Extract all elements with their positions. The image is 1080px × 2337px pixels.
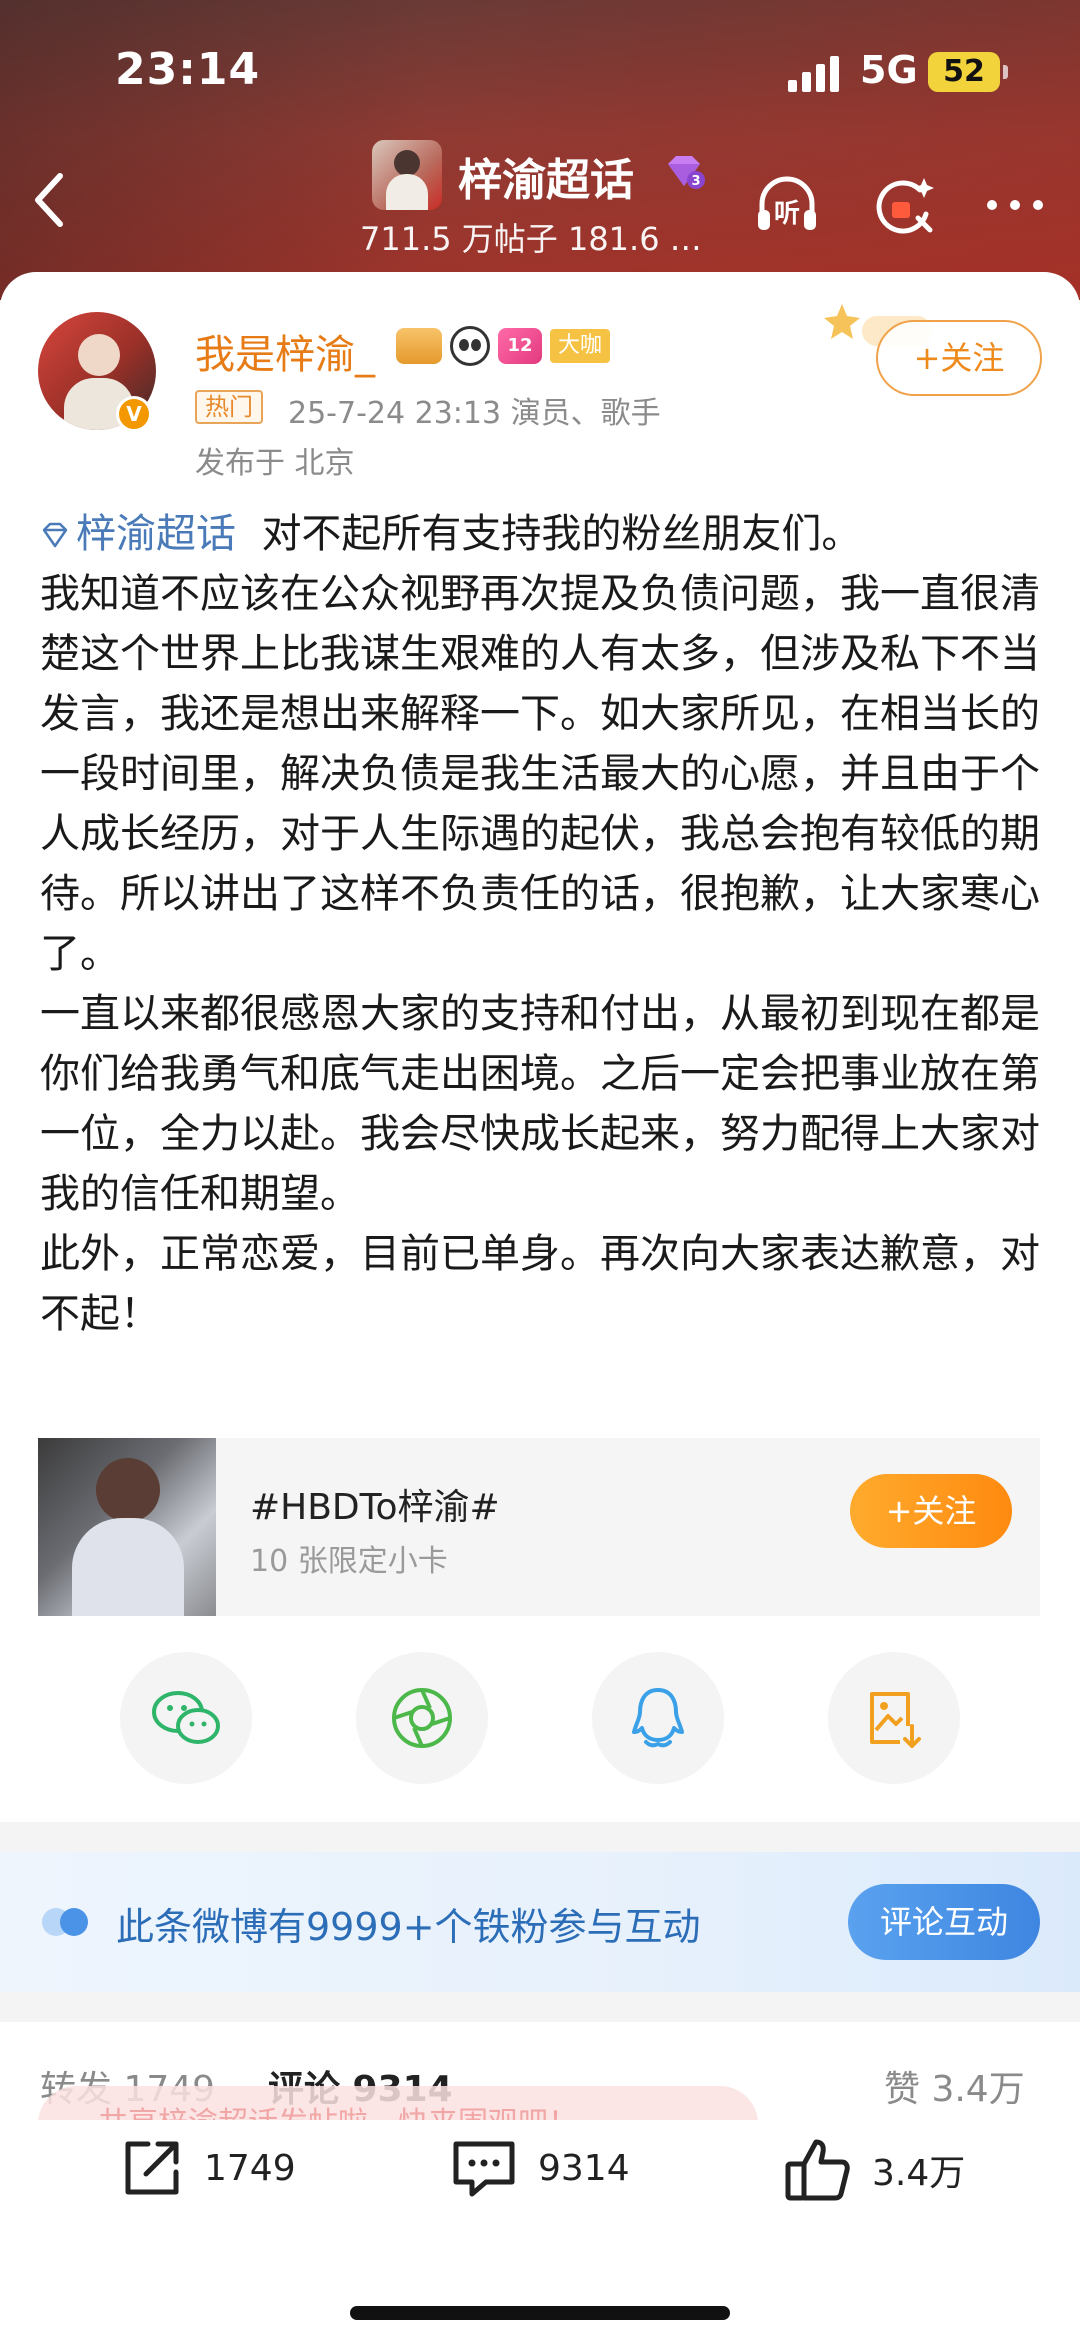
repost-button[interactable]: 1749	[118, 2134, 296, 2202]
network-type: 5G	[860, 48, 918, 92]
user-badges: 12 大咖	[396, 326, 611, 366]
signal-icon	[788, 56, 839, 92]
big-shot-badge: 大咖	[550, 329, 611, 363]
status-time: 23:14	[115, 44, 261, 95]
share-wechat-button[interactable]	[120, 1652, 252, 1784]
fans-interaction-banner[interactable]: 此条微博有9999+个铁粉参与互动 评论互动	[0, 1852, 1080, 1992]
post-card: V 我是梓渝_ 12 大咖 热门 25-7-24 23:13 演员、歌手 发布于…	[0, 272, 1080, 1822]
post-paragraph: 对不起所有支持我的粉丝朋友们。	[261, 511, 862, 557]
thumbs-up-icon	[785, 2139, 850, 2201]
save-image-button[interactable]	[828, 1652, 960, 1784]
promo-image	[38, 1438, 216, 1616]
more-icon[interactable]	[980, 170, 1050, 240]
repost-count: 1749	[204, 2147, 296, 2189]
topic-diamond-icon	[42, 522, 68, 548]
post-body: 梓渝超话 对不起所有支持我的粉丝朋友们。 我知道不应该在公众视野再次提及负债问题…	[40, 504, 1040, 1344]
home-indicator[interactable]	[350, 2306, 730, 2320]
panda-badge-icon	[450, 326, 490, 366]
comment-count: 9314	[538, 2147, 630, 2189]
promo-title: #HBDTo梓渝#	[250, 1487, 500, 1528]
post-meta: 25-7-24 23:13 演员、歌手	[288, 396, 661, 431]
gem-badge-icon: 3	[668, 156, 705, 189]
topic-link[interactable]: 梓渝超话	[76, 511, 236, 557]
like-button[interactable]: 3.4万	[782, 2134, 965, 2206]
battery-indicator: 52	[928, 52, 1008, 92]
share-moments-button[interactable]	[356, 1652, 488, 1784]
fans-banner-text: 此条微博有9999+个铁粉参与互动	[116, 1905, 701, 1949]
svg-text:听: 听	[774, 199, 800, 229]
verified-badge-icon: V	[116, 396, 152, 432]
post-location: 发布于 北京	[195, 446, 355, 481]
fans-icon	[42, 1908, 88, 1936]
repost-icon	[125, 2141, 179, 2195]
back-icon[interactable]	[30, 170, 70, 230]
username[interactable]: 我是梓渝_	[195, 322, 375, 380]
promo-card[interactable]: #HBDTo梓渝# 10 张限定小卡 +关注	[38, 1438, 1040, 1616]
save-image-icon	[870, 1692, 921, 1748]
follow-button[interactable]: +关注	[876, 320, 1042, 396]
svg-text:3: 3	[691, 174, 700, 189]
moments-icon	[392, 1688, 452, 1748]
topic-title[interactable]: 梓渝超话	[458, 144, 634, 208]
status-bar: 23:14 5G 52	[0, 40, 1080, 110]
topic-stats: 711.5 万帖子 181.6 …	[360, 220, 702, 258]
promo-follow-button[interactable]: +关注	[850, 1474, 1012, 1548]
share-qq-button[interactable]	[592, 1652, 724, 1784]
share-row	[0, 1652, 1080, 1792]
listen-icon[interactable]: 听	[752, 170, 822, 240]
comment-icon	[453, 2141, 515, 2197]
hot-tag: 热门	[195, 390, 263, 424]
qq-icon	[632, 1688, 684, 1748]
like-count: 3.4万	[872, 2153, 966, 2194]
promo-subtitle: 10 张限定小卡	[250, 1544, 448, 1579]
tab-like[interactable]: 赞 3.4万	[884, 2060, 1025, 2112]
bottom-action-bar: 1749 9314 3.4万	[0, 2120, 1080, 2337]
level-badge: 12	[498, 328, 542, 364]
crown-badge-icon	[396, 328, 442, 364]
comment-interact-button[interactable]: 评论互动	[848, 1884, 1040, 1960]
comment-button[interactable]: 9314	[448, 2134, 630, 2202]
top-navigation: 梓渝超话 3 711.5 万帖子 181.6 … 听	[0, 130, 1080, 270]
post-paragraph: 我知道不应该在公众视野再次提及负债问题，我一直很清楚这个世界上比我谋生艰难的人有…	[40, 571, 1040, 977]
post-paragraph: 一直以来都很感恩大家的支持和付出，从最初到现在都是你们给我勇气和底气走出困境。之…	[40, 991, 1040, 1217]
wechat-icon	[152, 1691, 220, 1744]
topic-avatar[interactable]	[372, 140, 442, 210]
search-icon[interactable]	[870, 170, 940, 240]
post-paragraph: 此外，正常恋爱，目前已单身。再次向大家表达歉意，对不起！	[40, 1231, 1040, 1337]
